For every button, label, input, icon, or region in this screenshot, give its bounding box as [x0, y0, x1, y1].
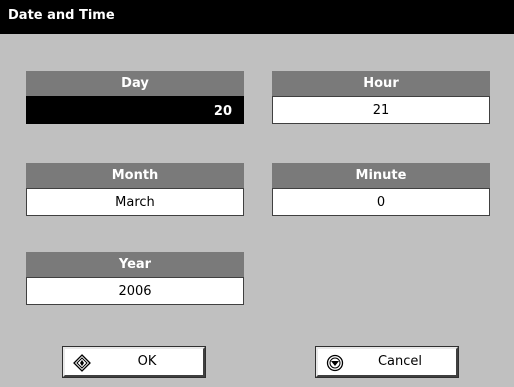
dialog-title: Date and Time [0, 0, 514, 34]
year-label: Year [26, 252, 244, 277]
year-field[interactable]: Year 2006 [26, 252, 244, 305]
minute-label: Minute [272, 163, 490, 188]
date-time-dialog: Date and Time Day 20 Hour 21 Month March… [0, 0, 514, 387]
month-label: Month [26, 163, 244, 188]
cancel-button[interactable]: Cancel [316, 347, 458, 377]
cancel-circle-icon [326, 354, 344, 372]
day-label: Day [26, 71, 244, 96]
hour-label: Hour [272, 71, 490, 96]
hour-field[interactable]: Hour 21 [272, 71, 490, 124]
month-value[interactable]: March [26, 188, 244, 216]
day-field[interactable]: Day 20 [26, 71, 244, 124]
cancel-button-label: Cancel [377, 354, 423, 369]
day-value[interactable]: 20 [26, 96, 244, 124]
ok-button-label: OK [137, 354, 157, 369]
year-value[interactable]: 2006 [26, 277, 244, 305]
hour-value[interactable]: 21 [272, 96, 490, 124]
ok-button[interactable]: OK [63, 347, 205, 377]
minute-field[interactable]: Minute 0 [272, 163, 490, 216]
ok-diamond-icon [73, 354, 91, 372]
minute-value[interactable]: 0 [272, 188, 490, 216]
month-field[interactable]: Month March [26, 163, 244, 216]
